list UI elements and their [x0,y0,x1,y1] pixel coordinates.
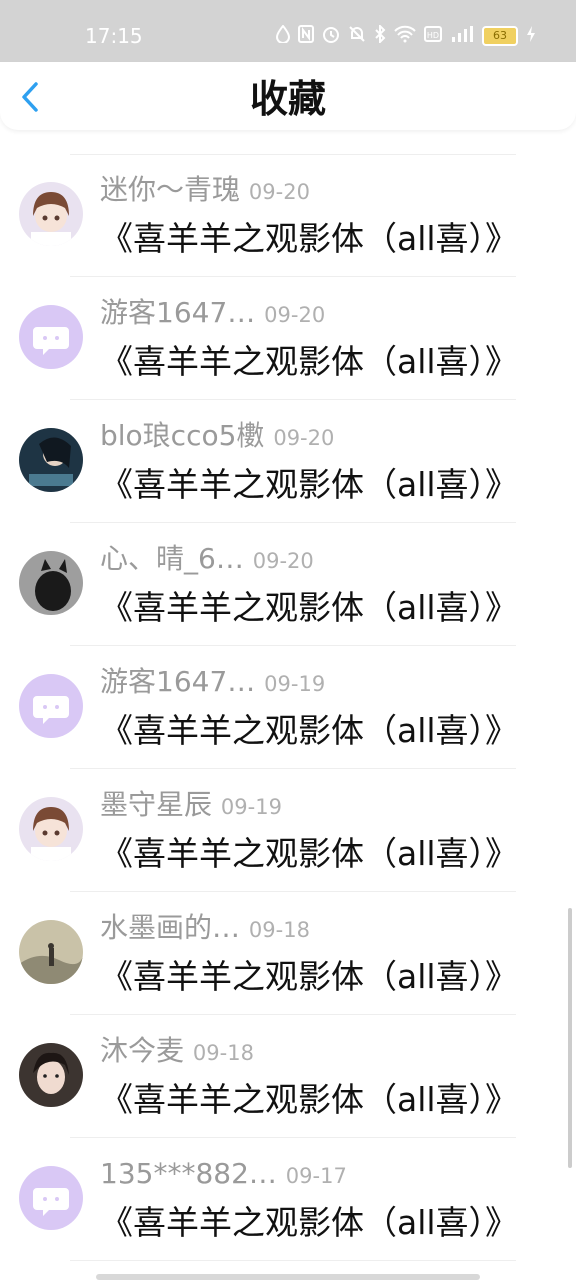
favorite-item[interactable]: 135***882… 09-17 《喜羊羊之观影体（all喜）》 [0,1138,576,1261]
meta-spacer [277,1157,286,1190]
favorite-meta: 水墨画的… 09-18 [100,910,310,948]
avatar[interactable] [19,920,83,984]
wifi-icon [394,25,416,47]
scrollbar[interactable] [568,908,572,1168]
meta-spacer [264,419,273,452]
avatar[interactable] [19,182,83,246]
favorite-date: 09-20 [273,426,335,450]
meta-spacer [240,911,249,944]
user-name: 135***882… [100,1157,277,1190]
favorite-meta: 心、晴_6… 09-20 [100,541,314,579]
meta-spacer [212,788,221,821]
user-name: 水墨画的… [100,911,241,944]
favorite-title[interactable]: 《喜羊羊之观影体（all喜）》 [100,218,518,260]
favorite-title[interactable]: 《喜羊羊之观影体（all喜）》 [100,710,518,752]
favorite-meta: 沐今麦 09-18 [100,1033,254,1071]
favorite-title[interactable]: 《喜羊羊之观影体（all喜）》 [100,956,518,998]
home-indicator[interactable] [96,1274,480,1280]
user-name: 墨守星辰 [100,788,213,821]
favorite-meta: 游客1647… 09-19 [100,664,325,702]
meta-spacer [255,296,264,329]
favorite-date: 09-17 [285,1164,347,1188]
favorite-date: 09-20 [252,549,314,573]
top-navigation-bar: 收藏 [0,62,576,130]
favorite-item[interactable]: 沐今麦 09-18 《喜羊羊之观影体（all喜）》 [0,1015,576,1138]
favorite-item[interactable]: 迷你～青瑰 09-20 《喜羊羊之观影体（all喜）》 [0,154,576,277]
user-name: 沐今麦 [100,1034,185,1067]
favorite-item[interactable]: 水墨画的… 09-18 《喜羊羊之观影体（all喜）》 [0,892,576,1015]
row-divider [70,1260,516,1261]
mute-icon [348,25,366,47]
favorite-item[interactable]: 游客1647… 09-19 《喜羊羊之观影体（all喜）》 [0,646,576,769]
water-drop-icon [275,24,291,47]
alarm-icon [322,25,340,47]
favorite-title[interactable]: 《喜羊羊之观影体（all喜）》 [100,464,518,506]
avatar[interactable] [19,797,83,861]
favorite-meta: blo琅cco5櫢 09-20 [100,418,334,456]
avatar[interactable] [19,674,83,738]
favorite-meta: 迷你～青瑰 09-20 [100,172,310,210]
avatar[interactable] [19,305,83,369]
status-bar: 17:15 HD 63 [0,0,576,62]
user-name: blo琅cco5櫢 [100,419,265,452]
favorite-date: 09-18 [192,1041,254,1065]
favorite-title[interactable]: 《喜羊羊之观影体（all喜）》 [100,1079,518,1121]
avatar[interactable] [19,1166,83,1230]
charging-icon [526,25,536,47]
favorite-title[interactable]: 《喜羊羊之观影体（all喜）》 [100,341,518,383]
user-name: 迷你～青瑰 [100,173,241,206]
meta-spacer [184,1034,193,1067]
nfc-icon [298,25,314,47]
user-name: 心、晴_6… [100,542,244,575]
signal-icon [450,25,474,47]
favorite-date: 09-19 [220,795,282,819]
user-name: 游客1647… [100,665,256,698]
favorite-title[interactable]: 《喜羊羊之观影体（all喜）》 [100,587,518,629]
favorite-date: 09-20 [264,303,326,327]
user-name: 游客1647… [100,296,256,329]
avatar[interactable] [19,428,83,492]
favorite-date: 09-18 [248,918,310,942]
avatar[interactable] [19,1043,83,1107]
favorite-meta: 135***882… 09-17 [100,1156,347,1194]
favorite-date: 09-20 [248,180,310,204]
meta-spacer [244,542,253,575]
bluetooth-icon [374,23,386,47]
favorite-title[interactable]: 《喜羊羊之观影体（all喜）》 [100,1202,518,1244]
meta-spacer [255,665,264,698]
page-title: 收藏 [249,77,326,121]
hd-icon: HD [424,26,442,46]
svg-text:HD: HD [427,31,439,40]
favorite-item[interactable]: 墨守星辰 09-19 《喜羊羊之观影体（all喜）》 [0,769,576,892]
favorite-date: 09-19 [264,672,326,696]
favorite-meta: 墨守星辰 09-19 [100,787,282,825]
status-icons: HD 63 [275,23,536,47]
favorite-title[interactable]: 《喜羊羊之观影体（all喜）》 [100,833,518,875]
favorite-item[interactable]: 心、晴_6… 09-20 《喜羊羊之观影体（all喜）》 [0,523,576,646]
favorites-list: 迷你～青瑰 09-20 《喜羊羊之观影体（all喜）》 游客1647… 09-20 《… [0,154,576,1261]
favorite-meta: 游客1647… 09-20 [100,295,325,333]
avatar[interactable] [19,551,83,615]
meta-spacer [240,173,249,206]
battery-icon: 63 [482,26,518,46]
status-time: 17:15 [85,24,143,48]
favorite-item[interactable]: 游客1647… 09-20 《喜羊羊之观影体（all喜）》 [0,277,576,400]
favorite-item[interactable]: blo琅cco5櫢 09-20 《喜羊羊之观影体（all喜）》 [0,400,576,523]
